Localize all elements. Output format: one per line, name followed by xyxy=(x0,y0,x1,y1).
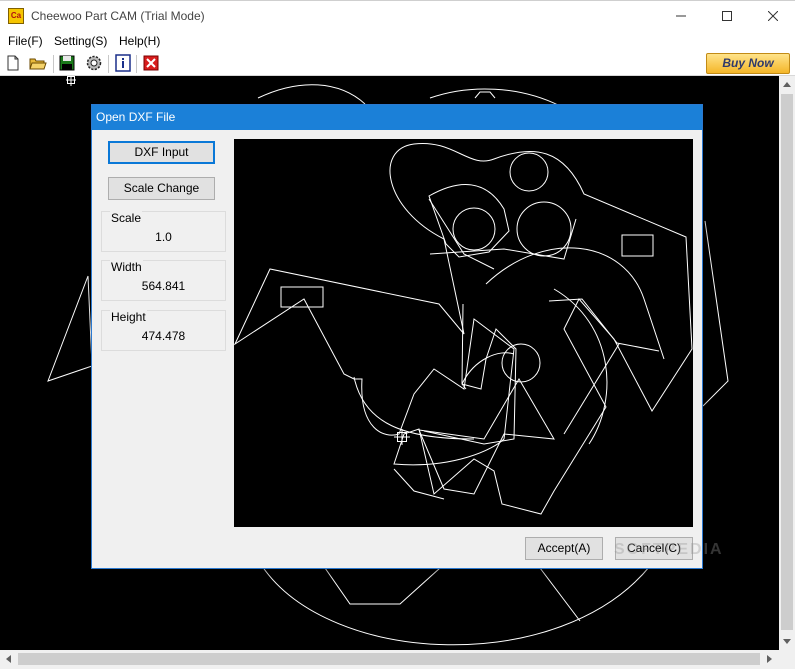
accept-button[interactable]: Accept(A) xyxy=(525,537,603,560)
app-logo-icon: Ca xyxy=(8,8,24,24)
menu-file[interactable]: File(F) xyxy=(8,34,43,48)
close-icon xyxy=(768,11,778,21)
settings-button[interactable] xyxy=(85,54,105,74)
scroll-right-icon[interactable] xyxy=(767,655,772,663)
dialog-title: Open DXF File xyxy=(92,105,702,130)
height-group: Height 474.478 xyxy=(101,310,226,351)
info-icon xyxy=(115,54,131,72)
dxf-input-button[interactable]: DXF Input xyxy=(108,141,215,164)
menu-help[interactable]: Help(H) xyxy=(119,34,160,48)
window-title: Cheewoo Part CAM (Trial Mode) xyxy=(31,9,205,23)
height-value: 474.478 xyxy=(141,329,186,343)
watermark: SOFTPEDIA xyxy=(614,541,724,558)
save-disk-icon xyxy=(59,55,75,71)
scroll-corner xyxy=(779,650,795,669)
scale-label: Scale xyxy=(110,211,143,225)
toolbar-separator xyxy=(108,55,109,73)
menu-bar: File(F) Setting(S) Help(H) xyxy=(0,31,795,51)
scale-group: Scale 1.0 xyxy=(101,211,226,252)
title-bar: Ca Cheewoo Part CAM (Trial Mode) xyxy=(0,0,795,31)
open-file-button[interactable] xyxy=(29,54,49,74)
save-button[interactable] xyxy=(58,54,78,74)
menu-setting[interactable]: Setting(S) xyxy=(54,34,107,48)
minimize-icon xyxy=(676,15,686,17)
width-label: Width xyxy=(110,260,143,274)
buy-now-button[interactable]: Buy Now xyxy=(706,53,790,74)
open-dxf-dialog: Open DXF File DXF Input Scale Change Sca… xyxy=(91,104,722,569)
toolbar-separator xyxy=(136,55,137,73)
dxf-preview xyxy=(234,139,693,527)
vertical-scroll-thumb[interactable] xyxy=(781,94,793,630)
width-value: 564.841 xyxy=(141,279,186,293)
horizontal-scrollbar[interactable] xyxy=(0,650,779,669)
scroll-left-icon[interactable] xyxy=(6,655,11,663)
maximize-icon xyxy=(722,11,732,21)
exit-icon xyxy=(143,55,159,71)
scroll-up-icon[interactable] xyxy=(783,82,791,87)
width-group: Width 564.841 xyxy=(101,260,226,301)
dxf-preview-drawing xyxy=(234,142,693,515)
minimize-button[interactable] xyxy=(658,1,704,31)
horizontal-scroll-thumb[interactable] xyxy=(18,653,760,665)
scale-value: 1.0 xyxy=(155,230,172,244)
toolbar: Buy Now xyxy=(0,51,795,76)
toolbar-separator xyxy=(53,55,54,73)
exit-button[interactable] xyxy=(142,54,162,74)
settings-gear-icon xyxy=(86,55,102,71)
new-file-icon xyxy=(7,55,19,71)
info-button[interactable] xyxy=(114,54,134,74)
close-button[interactable] xyxy=(750,1,795,31)
height-label: Height xyxy=(110,310,147,324)
scale-change-button[interactable]: Scale Change xyxy=(108,177,215,200)
vertical-scrollbar[interactable] xyxy=(779,76,795,650)
maximize-button[interactable] xyxy=(704,1,750,31)
open-folder-icon xyxy=(29,58,47,70)
new-file-button[interactable] xyxy=(4,54,24,74)
scroll-down-icon[interactable] xyxy=(783,639,791,644)
